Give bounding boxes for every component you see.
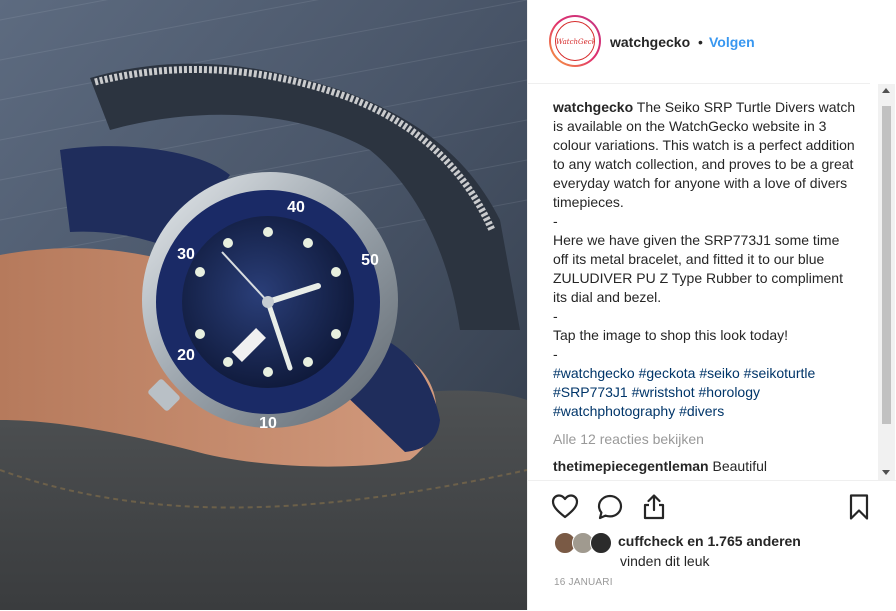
scrollbar-thumb[interactable]	[882, 106, 891, 424]
likers-avatars[interactable]	[554, 532, 614, 554]
svg-text:30: 30	[177, 246, 195, 263]
post-date[interactable]: 16 januari	[554, 577, 613, 588]
likes-user-link[interactable]: cuffcheck	[618, 533, 683, 549]
svg-text:50: 50	[361, 252, 379, 269]
profile-avatar[interactable]: WatchGecko	[549, 15, 601, 67]
caption-username[interactable]: watchgecko	[553, 99, 633, 115]
post-caption: watchgecko The Seiko SRP Turtle Divers w…	[553, 98, 858, 421]
watch-on-wrist-image: 40 50 30 20 10	[0, 0, 527, 610]
caption-text: The Seiko SRP Turtle Divers watch is ava…	[553, 99, 856, 362]
post-header: WatchGecko watchgecko • Volgen	[528, 0, 870, 84]
separator-dot: •	[698, 34, 703, 50]
heart-outline-icon[interactable]	[551, 493, 579, 521]
comment-username[interactable]: thetimepiecegentleman	[553, 458, 709, 474]
brand-logo: WatchGecko	[555, 21, 595, 61]
header-username[interactable]: watchgecko	[610, 34, 690, 50]
scroll-up-arrow-icon[interactable]	[882, 88, 890, 93]
view-all-comments-link[interactable]: Alle 12 reacties bekijken	[553, 431, 704, 447]
follow-button[interactable]: Volgen	[709, 34, 755, 50]
post-sidebar: WatchGecko watchgecko • Volgen watchgeck…	[527, 0, 896, 610]
share-upload-icon[interactable]	[640, 493, 668, 521]
liker-avatar	[590, 532, 612, 554]
comment-text: Beautiful	[712, 458, 767, 474]
bookmark-icon[interactable]	[845, 493, 873, 521]
svg-text:40: 40	[287, 199, 305, 216]
post-actions: cuffcheck en 1.765 anderen vinden dit le…	[528, 480, 896, 611]
svg-text:20: 20	[177, 347, 195, 364]
post-photo[interactable]: 40 50 30 20 10	[0, 0, 527, 610]
likes-summary: cuffcheck en 1.765 anderen	[618, 533, 801, 549]
svg-text:10: 10	[259, 415, 277, 432]
comments-section: watchgecko The Seiko SRP Turtle Divers w…	[528, 84, 870, 476]
scroll-down-arrow-icon[interactable]	[882, 470, 890, 475]
likes-count-link[interactable]: en 1.765 anderen	[683, 533, 801, 549]
comment-item: thetimepiecegentleman Beautiful	[553, 458, 767, 474]
comments-scrollbar[interactable]	[878, 84, 895, 480]
speech-bubble-icon[interactable]	[596, 493, 624, 521]
caption-hashtags[interactable]: #watchgecko #geckota #seiko #seikoturtle…	[553, 365, 819, 419]
instagram-post-modal: 40 50 30 20 10 WatchGec watchgecko • Vol…	[0, 0, 896, 610]
likes-suffix: vinden dit leuk	[620, 553, 710, 569]
